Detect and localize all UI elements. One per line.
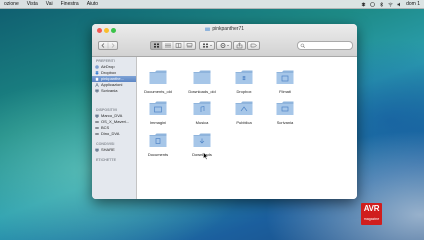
avr-magazine-logo: AVR magazine	[361, 203, 382, 225]
window-title: pinkpanther71	[92, 26, 357, 32]
menu-bar: ozione Vista Vai Finestra Aiuto dom 1	[0, 0, 424, 9]
home-folder-icon	[204, 27, 210, 31]
desktop-icon	[95, 89, 99, 93]
arrange-button[interactable]	[199, 41, 215, 50]
sidebar-section-tags: ETICHETTE	[96, 158, 116, 162]
folder-item[interactable]: Documents_old	[141, 69, 175, 101]
menu-item-window[interactable]: Finestra	[57, 0, 83, 8]
window-title-text: pinkpanther71	[212, 26, 245, 32]
menu-item-go[interactable]: Vai	[42, 0, 57, 8]
gear-icon	[220, 43, 230, 48]
wifi-icon[interactable]	[388, 2, 393, 7]
folder-icon	[276, 101, 294, 115]
back-forward-buttons[interactable]	[98, 41, 118, 50]
folder-icon	[193, 101, 211, 115]
window-titlebar[interactable]: pinkpanther71	[92, 24, 357, 57]
airdrop-icon	[95, 65, 99, 69]
icon-view-icon	[151, 42, 162, 49]
time-machine-icon[interactable]	[370, 1, 375, 7]
bluetooth-icon[interactable]	[379, 1, 384, 7]
folder-icon	[276, 70, 294, 84]
sidebar-item-desktop[interactable]: Scrivania	[92, 88, 136, 94]
folder-icon	[235, 70, 253, 84]
mouse-cursor-icon	[203, 152, 209, 160]
home-icon	[95, 77, 99, 81]
folder-icon	[193, 133, 211, 147]
folder-item[interactable]: Scrivania	[268, 100, 302, 132]
applications-icon	[95, 83, 99, 87]
menu-item-help[interactable]: Aiuto	[83, 0, 102, 8]
disk-icon	[95, 133, 99, 135]
disk-icon	[95, 121, 99, 123]
action-button[interactable]	[216, 41, 232, 50]
folder-item[interactable]: Musica	[185, 100, 219, 132]
dropbox-icon	[95, 71, 99, 75]
finder-window: pinkpanther71 PREFERITI AirDrop Dropbox …	[92, 24, 357, 199]
folder-item[interactable]: Filmati	[268, 69, 302, 101]
disk-icon	[95, 127, 99, 129]
volume-icon[interactable]	[397, 2, 402, 7]
search-icon	[300, 43, 306, 48]
sidebar-item-share[interactable]: SHARE	[92, 147, 136, 153]
folder-icon	[149, 133, 167, 147]
share-icon	[236, 42, 243, 49]
folder-item[interactable]: Pubblica	[227, 100, 261, 132]
tag-icon	[250, 43, 257, 48]
folder-item[interactable]: Immagini	[141, 100, 175, 132]
menu-item-view[interactable]: Vista	[23, 0, 42, 8]
menu-clock[interactable]: dom 1	[406, 0, 420, 8]
sidebar-item-dino-dva[interactable]: Dino_DVA	[92, 131, 136, 137]
folder-item[interactable]: Dropbox	[227, 69, 261, 101]
dropbox-status-icon[interactable]	[361, 2, 366, 7]
sidebar-section-devices: DISPOSITIVI	[96, 108, 118, 112]
folder-icon	[235, 101, 253, 115]
folder-item[interactable]: Downloads_old	[185, 69, 219, 101]
view-mode-buttons[interactable]	[150, 41, 196, 50]
server-icon	[95, 148, 99, 152]
folder-icon	[193, 70, 211, 84]
menu-items: ozione Vista Vai Finestra Aiuto	[0, 0, 102, 8]
folder-icon	[149, 70, 167, 84]
sidebar-section-shared: CONDIVISI	[96, 142, 115, 146]
file-browser-content: Documents_old Downloads_old Dropbox Film…	[137, 57, 357, 199]
search-field[interactable]	[297, 41, 353, 50]
tag-button[interactable]	[247, 41, 260, 50]
folder-item[interactable]: Downloads	[185, 132, 219, 164]
folder-icon	[149, 101, 167, 115]
share-button[interactable]	[233, 41, 246, 50]
menu-extras: dom 1	[361, 0, 420, 8]
finder-sidebar: PREFERITI AirDrop Dropbox pinkpanthe... …	[92, 57, 137, 199]
computer-icon	[95, 114, 99, 118]
sidebar-section-favorites: PREFERITI	[96, 59, 115, 63]
folder-item[interactable]: Documents	[141, 132, 175, 164]
arrange-icon	[203, 43, 213, 48]
menu-item-file[interactable]: ozione	[0, 0, 23, 8]
